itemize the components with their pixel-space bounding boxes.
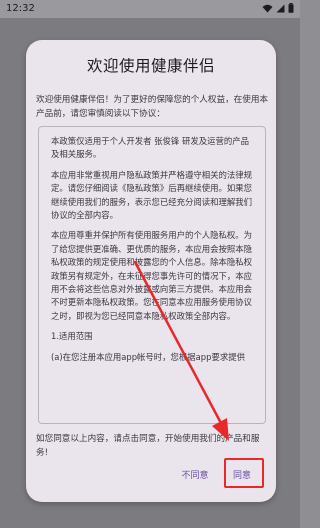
pointer-arrow [133,260,229,441]
